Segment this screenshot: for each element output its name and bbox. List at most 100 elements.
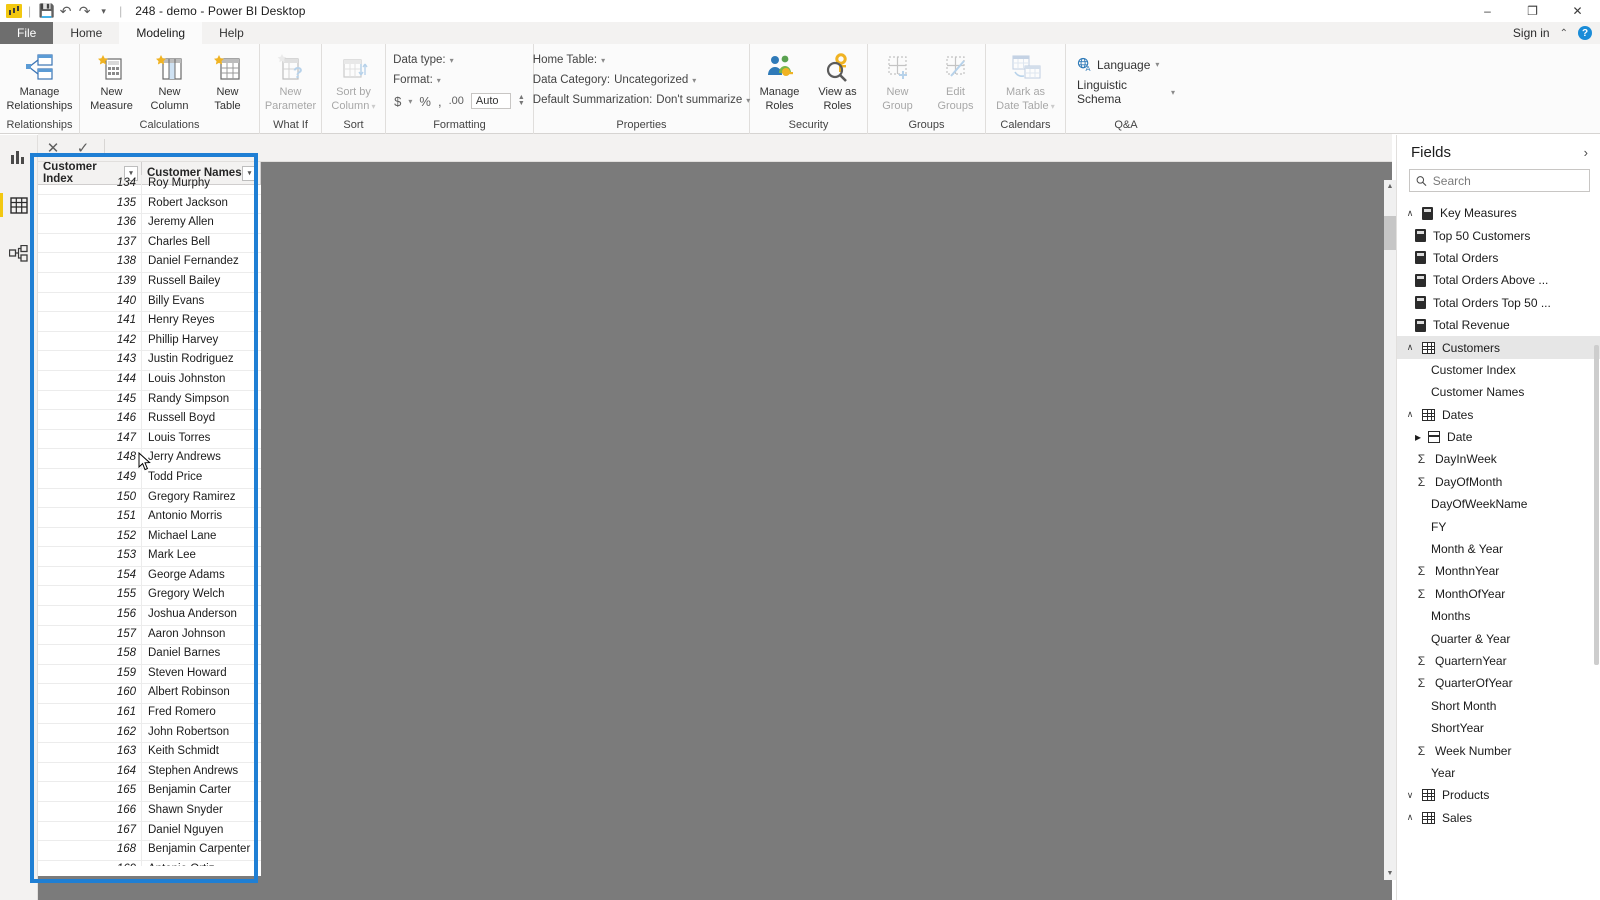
table-row[interactable]: 143 Justin Rodriguez [38, 351, 261, 371]
collapse-ribbon-icon[interactable]: ⌃ [1560, 28, 1568, 39]
table-row[interactable]: 147 Louis Torres [38, 429, 261, 450]
cell-customer-index[interactable]: 154 [38, 566, 142, 586]
table-row[interactable]: 149 Todd Price [38, 468, 261, 489]
cell-customer-name[interactable]: Gregory Ramirez [142, 489, 261, 508]
chevron-right-icon[interactable]: ▸ [1415, 430, 1421, 444]
cell-customer-name[interactable]: Louis Torres [142, 430, 261, 449]
table-row[interactable]: 164 Stephen Andrews [38, 762, 261, 783]
cell-customer-name[interactable]: Michael Lane [142, 528, 261, 547]
help-icon[interactable]: ? [1578, 26, 1592, 40]
cell-customer-index[interactable]: 142 [38, 331, 142, 351]
cell-customer-name[interactable]: George Adams [142, 567, 261, 586]
cell-customer-index[interactable]: 167 [38, 821, 142, 841]
language-dropdown-icon[interactable]: ▾ [1155, 60, 1159, 69]
linguistic-schema-dropdown-icon[interactable]: ▾ [1171, 88, 1175, 97]
fields-field-week-number[interactable]: Σ Week Number [1397, 739, 1600, 761]
table-row[interactable]: 141 Henry Reyes [38, 312, 261, 332]
cell-customer-index[interactable]: 168 [38, 841, 142, 860]
table-row[interactable]: 165 Benjamin Carter [38, 782, 261, 802]
sign-in-link[interactable]: Sign in [1513, 26, 1550, 40]
currency-format-icon[interactable]: $ [394, 94, 401, 109]
fields-field-dayinweek[interactable]: Σ DayInWeek [1397, 448, 1600, 470]
maximize-button[interactable]: ❐ [1510, 0, 1555, 22]
fields-field-customer-index[interactable]: Customer Index [1397, 359, 1600, 381]
table-row[interactable]: 142 Phillip Harvey [38, 331, 261, 352]
cell-customer-name[interactable]: Antonio Ortiz [142, 861, 261, 866]
fields-field-short-month[interactable]: Short Month [1397, 695, 1600, 717]
table-row[interactable]: 138 Daniel Fernandez [38, 253, 261, 273]
home-table-row[interactable]: Home Table: ▾ [529, 50, 609, 70]
collapse-pane-icon[interactable]: › [1584, 145, 1588, 160]
tab-file[interactable]: File [0, 22, 54, 44]
quick-access-more-icon[interactable]: ▾ [94, 2, 113, 21]
cell-customer-index[interactable]: 165 [38, 782, 142, 801]
fields-field-quarterofyear[interactable]: Σ QuarterOfYear [1397, 672, 1600, 694]
cell-customer-name[interactable]: John Robertson [142, 724, 261, 743]
fields-table-sales[interactable]: ∧ Sales [1397, 807, 1600, 829]
fields-measure-total-orders-above-[interactable]: Total Orders Above ... [1397, 269, 1600, 291]
model-view-icon[interactable] [5, 239, 33, 267]
fields-tree[interactable]: ∧ Key Measures Top 50 Customers Total Order… [1397, 200, 1600, 900]
linguistic-schema-button[interactable]: Linguistic Schema ▾ [1069, 75, 1183, 109]
cell-customer-name[interactable]: Mark Lee [142, 547, 261, 566]
cell-customer-index[interactable]: 157 [38, 625, 142, 645]
table-row[interactable]: 135 Robert Jackson [38, 194, 261, 215]
home-table-dropdown-icon[interactable]: ▾ [601, 56, 605, 65]
cell-customer-index[interactable]: 156 [38, 606, 142, 625]
chevron-down-icon[interactable]: ∨ [1405, 790, 1415, 801]
table-row[interactable]: 148 Jerry Andrews [38, 449, 261, 469]
cell-customer-name[interactable]: Randy Simpson [142, 391, 261, 410]
sort-by-column-button[interactable]: Sort by Column ▾ [325, 48, 383, 113]
cell-customer-index[interactable]: 149 [38, 468, 142, 488]
manage-relationships-button[interactable]: Manage Relationships [6, 48, 73, 112]
table-row[interactable]: 140 Billy Evans [38, 292, 261, 313]
mark-as-date-table-dropdown-icon[interactable]: ▾ [1049, 102, 1055, 111]
formula-cancel-icon[interactable]: ✕ [38, 135, 68, 161]
cell-customer-index[interactable]: 147 [38, 429, 142, 449]
fields-table-customers[interactable]: ∧ Customers [1397, 336, 1600, 359]
language-button[interactable]: A Language ▾ [1069, 54, 1167, 75]
default-summarization-row[interactable]: Default Summarization: Don't summarize ▾ [529, 90, 754, 110]
cell-customer-index[interactable]: 166 [38, 802, 142, 821]
tab-modeling[interactable]: Modeling [119, 22, 203, 44]
data-view-icon[interactable] [0, 191, 33, 219]
fields-field-quarternyear[interactable]: Σ QuarternYear [1397, 650, 1600, 672]
sort-by-column-dropdown-icon[interactable]: ▾ [369, 102, 376, 111]
fields-field-quarter-year[interactable]: Quarter & Year [1397, 627, 1600, 649]
cell-customer-index[interactable]: 162 [38, 723, 142, 743]
cell-customer-name[interactable]: Fred Romero [142, 704, 261, 723]
decimal-places-stepper[interactable]: ▲ ▼ [518, 94, 525, 107]
tab-home[interactable]: Home [53, 22, 119, 44]
table-row[interactable]: 153 Mark Lee [38, 547, 261, 567]
undo-icon[interactable]: ↶ [56, 2, 75, 21]
table-row[interactable]: 150 Gregory Ramirez [38, 488, 261, 509]
chevron-up-icon[interactable]: ∧ [1405, 208, 1415, 219]
search-box[interactable] [1409, 169, 1590, 192]
save-icon[interactable]: 💾 [37, 2, 56, 21]
fields-field-shortyear[interactable]: ShortYear [1397, 717, 1600, 739]
fields-scrollbar-thumb[interactable] [1594, 345, 1599, 665]
grid-vertical-scrollbar[interactable]: ▲ ▼ [1384, 180, 1396, 880]
cell-customer-index[interactable]: 140 [38, 292, 142, 312]
cell-customer-index[interactable]: 158 [38, 645, 142, 664]
cell-customer-name[interactable]: Benjamin Carter [142, 782, 261, 801]
minimize-button[interactable]: – [1465, 0, 1510, 22]
cell-customer-name[interactable]: Stephen Andrews [142, 763, 261, 782]
cell-customer-name[interactable]: Daniel Fernandez [142, 253, 261, 272]
table-row[interactable]: 151 Antonio Morris [38, 508, 261, 528]
decimal-places-icon[interactable]: .00 [449, 95, 464, 107]
decimal-places-value[interactable]: Auto [470, 93, 511, 109]
chevron-up-icon[interactable]: ∧ [1405, 812, 1415, 823]
cell-customer-index[interactable]: 137 [38, 233, 142, 253]
cell-customer-index[interactable]: 146 [38, 410, 142, 429]
cell-customer-index[interactable]: 145 [38, 390, 142, 410]
cell-customer-index[interactable]: 138 [38, 253, 142, 272]
table-row[interactable]: 166 Shawn Snyder [38, 802, 261, 822]
data-category-row[interactable]: Data Category: Uncategorized ▾ [529, 70, 701, 90]
cell-customer-name[interactable]: Louis Johnston [142, 371, 261, 390]
cell-customer-name[interactable]: Jeremy Allen [142, 214, 261, 233]
format-row[interactable]: Format: ▾ [389, 70, 445, 90]
scroll-up-icon[interactable]: ▲ [1384, 180, 1396, 193]
fields-field-year[interactable]: Year [1397, 762, 1600, 784]
fields-table-key-measures[interactable]: ∧ Key Measures [1397, 202, 1600, 224]
